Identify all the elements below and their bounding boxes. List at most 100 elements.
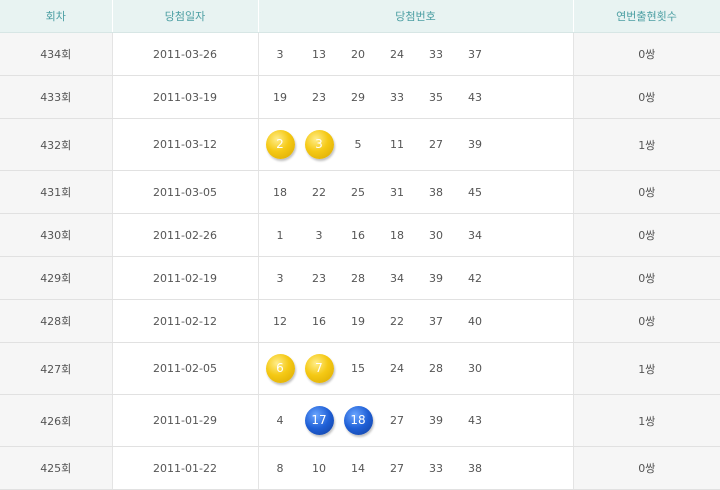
table-row: 432회 2011-03-12 2 3 5 11 27 39 1쌍 (0, 118, 720, 171)
date-cell: 2011-03-12 (112, 118, 259, 171)
header-row: 회차 당첨일자 당첨번호 연번출현횟수 (0, 0, 720, 33)
table-row: 426회 2011-01-29 4 17 18 27 39 43 1쌍 (0, 394, 720, 447)
numbers-group: 2 3 5 11 27 39 (259, 130, 573, 159)
date-cell: 2011-01-29 (112, 394, 259, 447)
round-cell: 434회 (0, 32, 113, 76)
winning-number: 37 (468, 47, 482, 61)
numbers-group: 19 23 29 33 35 43 (259, 91, 573, 104)
winning-number: 35 (429, 90, 443, 104)
numbers-cell: 4 17 18 27 39 43 (258, 394, 574, 447)
winning-number: 11 (390, 138, 404, 151)
lotto-results-table: 회차 당첨일자 당첨번호 연번출현횟수 434회 2011-03-26 3 13 20 2… (0, 0, 720, 490)
winning-number: 20 (351, 47, 365, 61)
pairs-cell: 1쌍 (573, 342, 720, 395)
header-date: 당첨일자 (112, 0, 259, 33)
pairs-cell: 0쌍 (573, 75, 720, 119)
winning-number: 24 (390, 47, 404, 61)
table-body: 434회 2011-03-26 3 13 20 24 33 37 0쌍 433회 2011-03-1… (0, 32, 720, 490)
numbers-group: 8 10 14 27 33 38 (259, 462, 573, 475)
winning-number: 30 (468, 362, 482, 375)
header-round: 회차 (0, 0, 113, 33)
date-cell: 2011-03-19 (112, 75, 259, 119)
consecutive-number-ball: 7 (304, 354, 334, 383)
winning-number: 3 (276, 271, 284, 285)
winning-number: 16 (312, 314, 326, 328)
winning-number: 13 (312, 47, 326, 61)
consecutive-number-ball: 17 (304, 406, 334, 435)
consecutive-number-ball: 18 (343, 406, 373, 435)
winning-number: 8 (276, 461, 284, 475)
numbers-cell: 1 3 16 18 30 34 (258, 213, 574, 257)
date-cell: 2011-02-12 (112, 299, 259, 343)
winning-number: 23 (312, 271, 326, 285)
winning-number: 22 (312, 185, 326, 199)
winning-number: 3 (315, 228, 323, 242)
winning-number: 19 (273, 90, 287, 104)
date-cell: 2011-03-05 (112, 170, 259, 214)
round-cell: 431회 (0, 170, 113, 214)
table-row: 428회 2011-02-12 12 16 19 22 37 40 0쌍 (0, 299, 720, 343)
number-slot: 2 (261, 130, 300, 159)
winning-number: 18 (390, 228, 404, 242)
table-row: 433회 2011-03-19 19 23 29 33 35 43 0쌍 (0, 75, 720, 119)
winning-number: 43 (468, 414, 482, 427)
winning-number: 37 (429, 314, 443, 328)
number-slot: 6 (261, 354, 300, 383)
consecutive-number-ball: 3 (304, 130, 334, 159)
round-cell: 433회 (0, 75, 113, 119)
winning-number: 3 (276, 47, 284, 61)
winning-number: 42 (468, 271, 482, 285)
pairs-cell: 0쌍 (573, 446, 720, 490)
numbers-group: 6 7 15 24 28 30 (259, 354, 573, 383)
round-cell: 430회 (0, 213, 113, 257)
winning-number: 40 (468, 314, 482, 328)
number-slot: 3 (300, 130, 339, 159)
winning-number: 34 (468, 228, 482, 242)
consecutive-number-ball: 6 (265, 354, 295, 383)
winning-number: 28 (351, 271, 365, 285)
numbers-group: 12 16 19 22 37 40 (259, 315, 573, 328)
winning-number: 33 (429, 461, 443, 475)
numbers-cell: 12 16 19 22 37 40 (258, 299, 574, 343)
pairs-cell: 0쌍 (573, 32, 720, 76)
winning-number: 16 (351, 228, 365, 242)
winning-number: 33 (429, 47, 443, 61)
numbers-cell: 8 10 14 27 33 38 (258, 446, 574, 490)
header-pairs: 연번출현횟수 (573, 0, 720, 33)
winning-number: 45 (468, 185, 482, 199)
numbers-group: 4 17 18 27 39 43 (259, 406, 573, 435)
numbers-cell: 3 23 28 34 39 42 (258, 256, 574, 300)
table-row: 427회 2011-02-05 6 7 15 24 28 30 1쌍 (0, 342, 720, 395)
winning-number: 18 (273, 185, 287, 199)
numbers-group: 18 22 25 31 38 45 (259, 186, 573, 199)
winning-number: 43 (468, 90, 482, 104)
date-cell: 2011-02-05 (112, 342, 259, 395)
winning-number: 38 (429, 185, 443, 199)
round-cell: 427회 (0, 342, 113, 395)
winning-number: 10 (312, 461, 326, 475)
table-row: 434회 2011-03-26 3 13 20 24 33 37 0쌍 (0, 32, 720, 76)
numbers-cell: 2 3 5 11 27 39 (258, 118, 574, 171)
date-cell: 2011-02-26 (112, 213, 259, 257)
round-cell: 425회 (0, 446, 113, 490)
round-cell: 429회 (0, 256, 113, 300)
winning-number: 19 (351, 314, 365, 328)
winning-number: 1 (276, 228, 284, 242)
numbers-cell: 18 22 25 31 38 45 (258, 170, 574, 214)
winning-number: 38 (468, 461, 482, 475)
winning-number: 27 (390, 414, 404, 427)
numbers-group: 3 13 20 24 33 37 (259, 48, 573, 61)
table-row: 425회 2011-01-22 8 10 14 27 33 38 0쌍 (0, 446, 720, 490)
numbers-group: 3 23 28 34 39 42 (259, 272, 573, 285)
consecutive-number-ball: 2 (265, 130, 295, 159)
winning-number: 12 (273, 314, 287, 328)
winning-number: 15 (351, 362, 365, 375)
round-cell: 432회 (0, 118, 113, 171)
winning-number: 27 (390, 461, 404, 475)
date-cell: 2011-02-19 (112, 256, 259, 300)
winning-number: 22 (390, 314, 404, 328)
winning-number: 39 (468, 138, 482, 151)
winning-number: 39 (429, 271, 443, 285)
pairs-cell: 1쌍 (573, 118, 720, 171)
numbers-cell: 3 13 20 24 33 37 (258, 32, 574, 76)
